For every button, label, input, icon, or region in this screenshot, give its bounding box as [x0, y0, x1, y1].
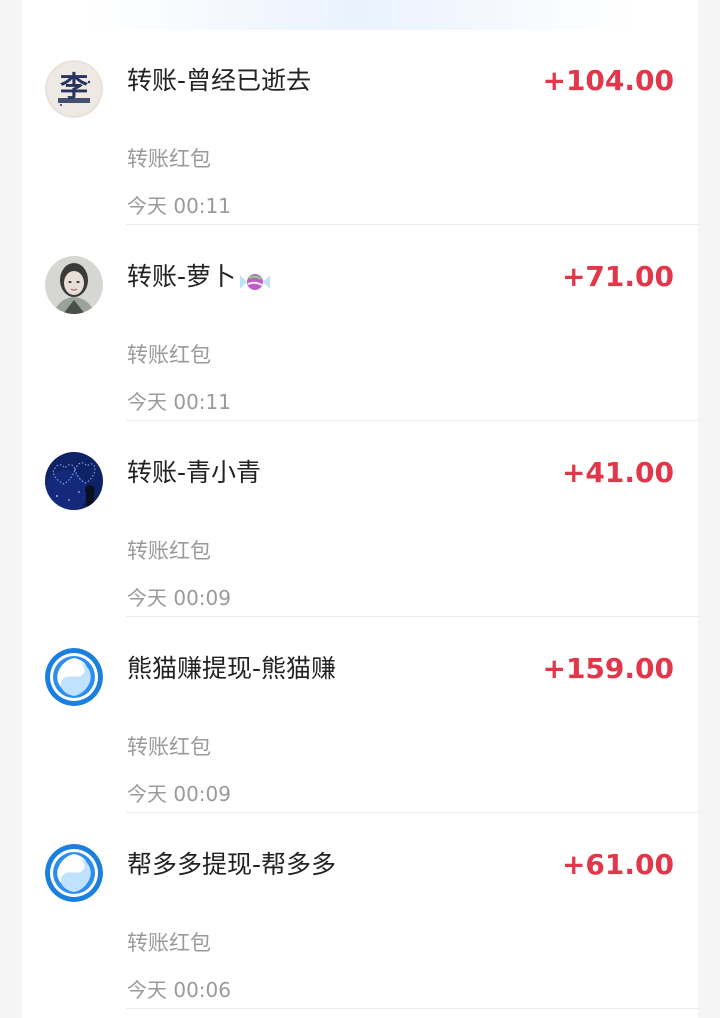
transaction-type: 转账红包	[127, 539, 211, 563]
transaction-time: 今天 00:09	[127, 782, 231, 806]
transaction-title-text: 转账-萝卜	[127, 262, 237, 291]
transaction-row[interactable]: 李 转账-曾经已逝去 +104.00 转账红包 今天 00:11	[22, 29, 698, 225]
blue-swirl-logo-avatar-icon	[45, 844, 103, 902]
blue-swirl-logo-avatar-icon	[45, 648, 103, 706]
candy-emoji-icon	[238, 267, 272, 290]
card-top-fade	[86, 0, 634, 30]
transaction-title: 转账-萝卜	[127, 259, 272, 295]
transaction-amount: +41.00	[561, 456, 674, 489]
transaction-amount: +104.00	[542, 64, 674, 97]
transaction-type: 转账红包	[127, 147, 211, 171]
transaction-type: 转账红包	[127, 343, 211, 367]
girl-photo-avatar-icon	[45, 256, 103, 314]
transaction-amount: +159.00	[542, 652, 674, 685]
li-character-avatar-icon: 李	[45, 60, 103, 118]
transaction-time: 今天 00:11	[127, 390, 231, 414]
transaction-row[interactable]: 帮多多提现-帮多多 +61.00 转账红包 今天 00:06	[22, 813, 698, 1009]
transaction-amount: +71.00	[561, 260, 674, 293]
transaction-list-card: 李 转账-曾经已逝去 +104.00 转账红包 今天 00:11 转账-萝卜 +…	[22, 0, 698, 1018]
night-sky-avatar-icon	[45, 452, 103, 510]
transaction-time: 今天 00:09	[127, 586, 231, 610]
transaction-row[interactable]: 熊猫赚提现-熊猫赚 +159.00 转账红包 今天 00:09	[22, 617, 698, 813]
transaction-title: 转账-曾经已逝去	[127, 66, 312, 95]
transaction-title: 熊猫赚提现-熊猫赚	[127, 654, 337, 683]
transaction-type: 转账红包	[127, 931, 211, 955]
transaction-type: 转账红包	[127, 735, 211, 759]
transaction-title: 转账-青小青	[127, 458, 262, 487]
transaction-row[interactable]: 转账-萝卜 +71.00 转账红包 今天 00:11	[22, 225, 698, 421]
transaction-time: 今天 00:11	[127, 194, 231, 218]
transaction-time: 今天 00:06	[127, 978, 231, 1002]
transaction-title: 帮多多提现-帮多多	[127, 850, 337, 879]
transaction-row[interactable]: 转账-青小青 +41.00 转账红包 今天 00:09	[22, 421, 698, 617]
transaction-amount: +61.00	[561, 848, 674, 881]
row-divider	[126, 1008, 698, 1009]
